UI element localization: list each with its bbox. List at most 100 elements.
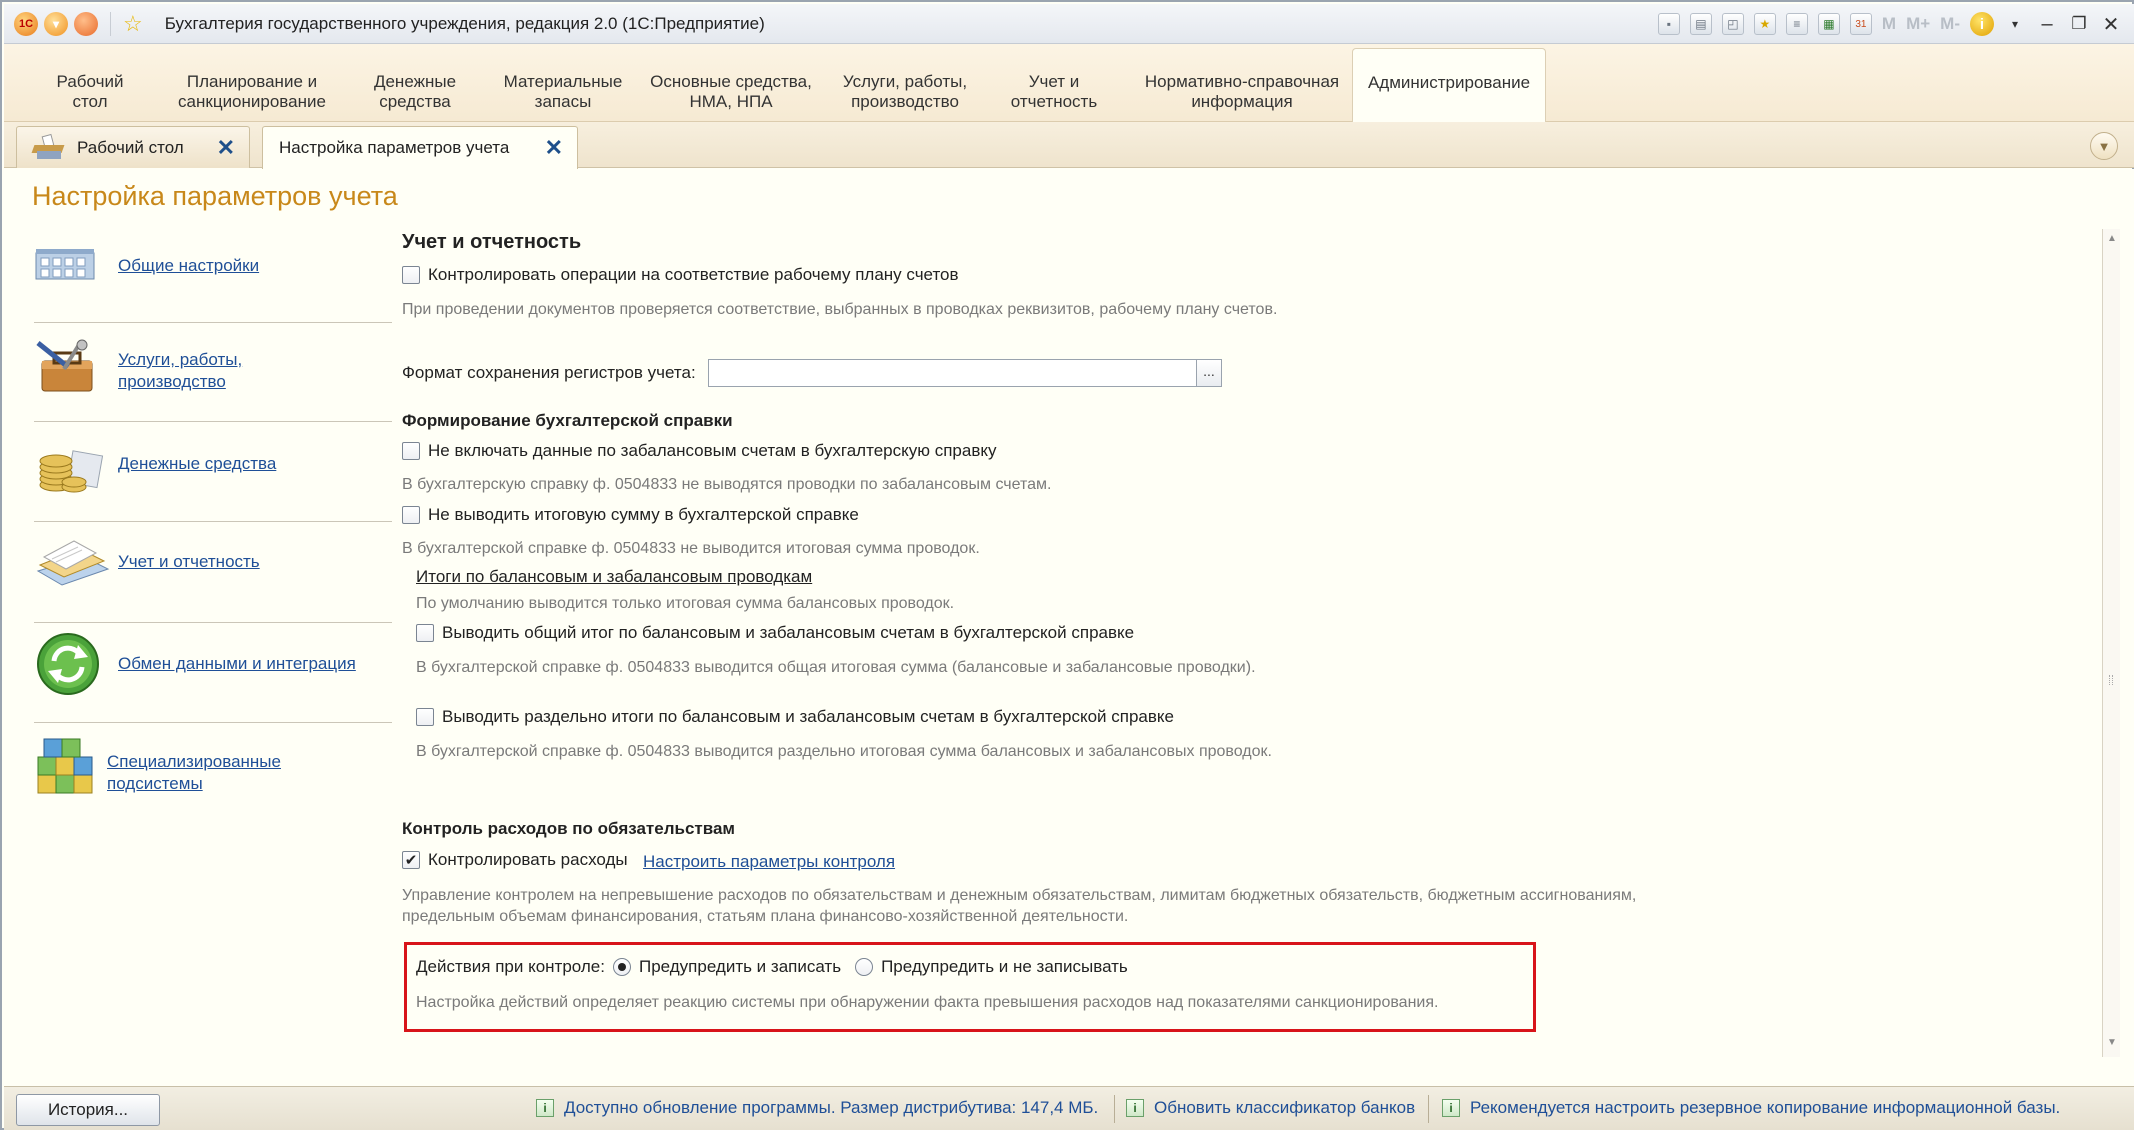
page-title: Настройка параметров учета (32, 181, 398, 211)
separate-total-checkbox-row[interactable]: Выводить раздельно итоги по балансовым и… (416, 707, 1174, 727)
configure-control-link[interactable]: Настроить параметры контроля (643, 852, 895, 872)
control-plan-checkbox[interactable] (402, 266, 420, 284)
common-total-checkbox[interactable] (416, 624, 434, 642)
calendar-icon[interactable]: 31 (1849, 13, 1872, 35)
section-line: Учет и (1028, 72, 1080, 91)
no-total-checkbox-row[interactable]: Не выводить итоговую сумму в бухгалтерск… (402, 505, 859, 525)
section-line: Рабочий (56, 72, 124, 91)
nav-link-label[interactable]: Специализированные (107, 751, 281, 772)
favorites-star-icon[interactable]: ☆ (123, 11, 143, 37)
radio-label[interactable]: Предупредить и записать (639, 957, 841, 977)
section-line: запасы (534, 92, 592, 111)
section-services[interactable]: Услуги, работы, производство (838, 72, 972, 112)
no-total-checkbox[interactable] (402, 506, 420, 524)
nav-data-exchange[interactable]: Обмен данными и интеграция (34, 631, 394, 697)
section-admin[interactable]: Администрирование (1352, 48, 1546, 122)
section-money[interactable]: Денежные средства (368, 72, 462, 112)
section-heading-expense-control: Контроль расходов по обязательствам (402, 819, 735, 838)
tabs-menu-chevron-icon[interactable]: ▼ (2090, 132, 2118, 160)
divider (34, 521, 392, 522)
memory-minus-button[interactable]: M- (1940, 14, 1960, 34)
vertical-scrollbar[interactable]: ▲ ▼ (2102, 229, 2120, 1057)
memory-m-button[interactable]: M (1882, 14, 1896, 34)
section-accounting[interactable]: Учет и отчетность (1006, 72, 1102, 112)
nav-link-label[interactable]: Обмен данными и интеграция (118, 653, 356, 674)
section-planning[interactable]: Планирование и санкционирование (172, 72, 332, 112)
nav-services[interactable]: Услуги, работы, производство (34, 333, 394, 403)
control-plan-checkbox-row[interactable]: Контролировать операции на соответствие … (402, 265, 959, 285)
status-message-update[interactable]: i Доступно обновление программы. Размер … (536, 1098, 1098, 1118)
hint-text: Управление контролем на непревышение рас… (402, 887, 1637, 904)
minimize-icon[interactable]: – (2036, 13, 2058, 36)
expense-control-checkbox-row[interactable]: ✔ Контролировать расходы (402, 850, 628, 870)
common-total-checkbox-row[interactable]: Выводить общий итог по балансовым и заба… (416, 623, 1134, 643)
format-input[interactable] (708, 359, 1198, 387)
save-icon[interactable]: ▪ (1657, 13, 1680, 35)
status-message-banks[interactable]: i Обновить классификатор банков (1126, 1098, 1415, 1118)
section-heading-accounting: Учет и отчетность (402, 231, 582, 253)
nav-accounting[interactable]: Учет и отчетность (34, 531, 394, 595)
format-select-button[interactable]: ... (1196, 359, 1222, 387)
scroll-grip[interactable] (2109, 675, 2113, 685)
app-menu-icon[interactable]: 1С (14, 11, 38, 36)
tab-desktop[interactable]: Рабочий стол ✕ (16, 126, 250, 168)
status-message-backup[interactable]: i Рекомендуется настроить резервное копи… (1442, 1098, 2060, 1118)
warn-no-save-radio[interactable] (855, 958, 874, 976)
circle-icon[interactable] (74, 11, 98, 36)
tab-accounting-settings[interactable]: Настройка параметров учета ✕ (262, 126, 578, 169)
nav-general-settings[interactable]: Общие настройки (34, 241, 394, 291)
scroll-down-icon[interactable]: ▼ (2105, 1037, 2119, 1053)
nav-link-label[interactable]: подсистемы (107, 773, 203, 794)
expense-control-checkbox[interactable]: ✔ (402, 851, 420, 869)
separator (110, 11, 111, 36)
nav-link-label[interactable]: Общие настройки (118, 255, 259, 276)
control-actions-label: Действия при контроле: (416, 957, 605, 976)
toolbox-icon (36, 339, 93, 392)
nav-specialized-subsystems[interactable]: Специализированные подсистемы (34, 731, 394, 801)
section-materials[interactable]: Материальные запасы (500, 72, 626, 112)
nav-money[interactable]: Денежные средства (34, 433, 394, 495)
preview-icon[interactable]: ◰ (1721, 13, 1744, 35)
cubes-icon (37, 738, 93, 794)
add-favorite-icon[interactable]: ★ (1753, 13, 1776, 35)
nav-link-label[interactable]: производство (118, 371, 226, 392)
print-icon[interactable]: ▤ (1689, 13, 1712, 35)
divider (34, 622, 392, 623)
section-fixed-assets[interactable]: Основные средства, НМА, НПА (647, 72, 815, 112)
section-desktop[interactable]: Рабочий стол (50, 72, 130, 112)
divider (1428, 1095, 1429, 1123)
nav-link-label[interactable]: Услуги, работы, (118, 349, 242, 370)
close-icon[interactable]: ✕ (2100, 12, 2122, 37)
sections-panel: Рабочий стол Планирование и санкциониров… (4, 44, 2134, 122)
nav-link-label[interactable]: Денежные средства (118, 453, 276, 474)
status-text[interactable]: Обновить классификатор банков (1154, 1098, 1415, 1118)
section-reference[interactable]: Нормативно-справочная информация (1138, 72, 1346, 112)
control-actions-row: Действия при контроле: Предупредить и за… (416, 957, 1128, 977)
separate-total-checkbox[interactable] (416, 708, 434, 726)
close-tab-icon[interactable]: ✕ (217, 135, 235, 161)
history-list-icon[interactable]: ≡ (1785, 13, 1808, 35)
close-tab-icon[interactable]: ✕ (545, 135, 563, 161)
info-icon[interactable]: i (1970, 12, 1994, 36)
format-field-label: Формат сохранения регистров учета: (402, 363, 696, 382)
history-button[interactable]: История... (16, 1094, 160, 1126)
desktop-icon (31, 133, 65, 161)
status-text[interactable]: Рекомендуется настроить резервное копиро… (1470, 1098, 2060, 1118)
radio-label[interactable]: Предупредить и не записывать (881, 957, 1128, 977)
status-text[interactable]: Доступно обновление программы. Размер ди… (564, 1098, 1098, 1118)
divider (34, 322, 392, 323)
calculator-icon[interactable]: ▦ (1817, 13, 1840, 35)
nav-link-label[interactable]: Учет и отчетность (118, 551, 260, 572)
scroll-up-icon[interactable]: ▲ (2105, 233, 2119, 249)
offbalance-checkbox[interactable] (402, 442, 420, 460)
main-menu-dropdown-icon[interactable]: ▾ (44, 11, 68, 36)
chevron-down-icon[interactable]: ▾ (2004, 17, 2026, 31)
warn-and-save-radio[interactable] (612, 958, 631, 976)
hint-text: При проведении документов проверяется со… (402, 301, 1278, 318)
memory-plus-button[interactable]: M+ (1906, 14, 1930, 34)
section-line: средства (379, 92, 451, 111)
section-line: санкционирование (178, 92, 326, 111)
restore-icon[interactable]: ❐ (2068, 14, 2090, 34)
offbalance-checkbox-row[interactable]: Не включать данные по забалансовым счета… (402, 441, 996, 461)
title-toolbar: ▪ ▤ ◰ ★ ≡ ▦ 31 M M+ M- i ▾ – ❐ ✕ (1657, 4, 2122, 44)
